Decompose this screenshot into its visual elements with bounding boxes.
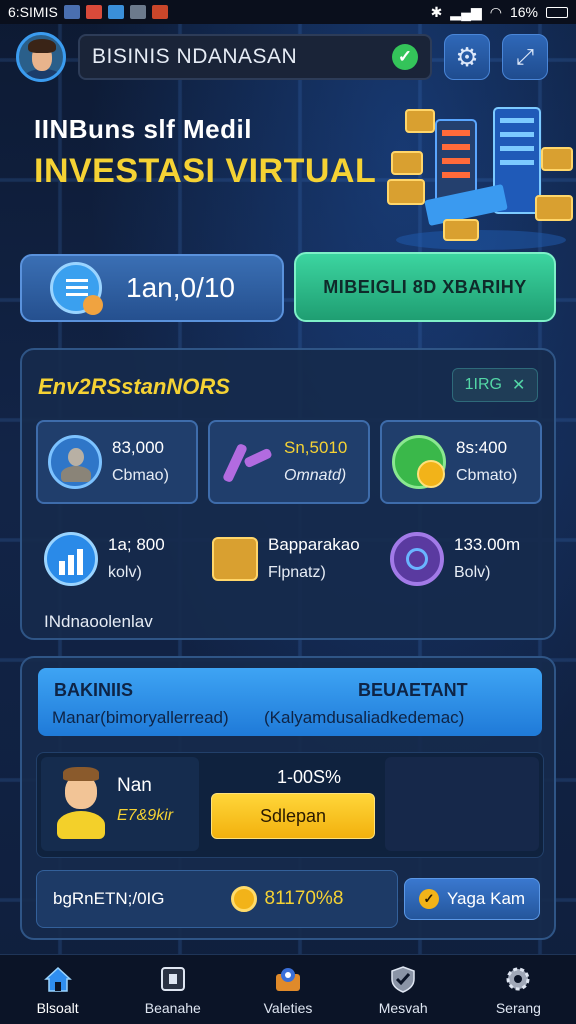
box-icon bbox=[160, 966, 185, 991]
battery-icon bbox=[546, 6, 568, 18]
business-row: Nan E7&9kir 1-00S% Sdlepan bbox=[36, 752, 544, 858]
stat-value: 1a; 800 bbox=[108, 535, 165, 554]
close-icon: ✕ bbox=[511, 377, 526, 394]
wifi-icon: ◠ bbox=[489, 3, 502, 20]
hero-title: INVESTASI VIRTUAL bbox=[34, 152, 377, 190]
carrier-text: 6:SIMIS bbox=[8, 4, 58, 20]
nav-label: Blsoalt bbox=[36, 999, 79, 1016]
coin-globe-icon bbox=[392, 435, 446, 489]
stat-label: kolv) bbox=[108, 564, 142, 581]
empty-slot bbox=[385, 757, 539, 851]
mail-icon bbox=[151, 5, 168, 19]
stat-label: Cbmato) bbox=[456, 467, 518, 484]
stat-card-2[interactable]: Sn,5010 Omnatd) bbox=[208, 420, 370, 504]
user-silhouette-icon bbox=[48, 435, 102, 489]
stat-item-3[interactable]: 133.00m Bolv) bbox=[390, 524, 560, 594]
stat-label: Cbmao) bbox=[112, 467, 169, 484]
business-action-button[interactable]: Sdlepan bbox=[211, 793, 375, 839]
stats-panel-title: Env2RSstanNORS bbox=[38, 374, 230, 399]
person-name: Nan bbox=[117, 775, 152, 796]
green-action-button[interactable]: MIBEIGLI 8D XBARIHY bbox=[294, 252, 556, 322]
image-icon bbox=[129, 5, 146, 19]
stat-card-1[interactable]: 83,000 Cbmao) bbox=[36, 420, 198, 504]
balance-value: 1an,0/10 bbox=[126, 272, 235, 303]
stat-value: Bapparakao bbox=[268, 535, 360, 554]
document-icon bbox=[50, 262, 103, 315]
stat-value: Sn,5010 bbox=[284, 438, 348, 457]
settings-button[interactable]: ⚙ bbox=[444, 34, 490, 80]
stat-value: 133.00m bbox=[454, 535, 521, 554]
boomerang-icon bbox=[220, 435, 274, 489]
avatar[interactable] bbox=[16, 32, 66, 82]
green-action-label: MIBEIGLI 8D XBARIHY bbox=[323, 276, 527, 297]
nav-label: Serang bbox=[495, 999, 541, 1016]
business-footer-button-label: Yaga Kam bbox=[446, 889, 526, 908]
link-icon: ⤢ bbox=[516, 44, 534, 69]
business-header: BAKINIIS BEUAETANT Manar(bimoryallerread… bbox=[38, 668, 542, 736]
nav-item-shield[interactable]: Mesvah bbox=[346, 955, 461, 1024]
business-panel: BAKINIIS BEUAETANT Manar(bimoryallerread… bbox=[20, 656, 556, 940]
nav-item-map[interactable]: Valeties bbox=[230, 955, 345, 1024]
business-footer-row: bgRnETN;/0IG 81170%8 bbox=[36, 870, 398, 928]
nav-item-settings[interactable]: Serang bbox=[461, 955, 576, 1024]
gold-block-icon bbox=[212, 537, 258, 581]
app-icon bbox=[85, 5, 102, 19]
chart-icon bbox=[44, 532, 98, 586]
nav-item-box[interactable]: Beanahe bbox=[115, 955, 230, 1024]
bottom-nav: Blsoalt Beanahe Valeties Mesvah Serang bbox=[0, 954, 576, 1024]
balance-button[interactable]: 1an,0/10 bbox=[20, 254, 284, 322]
bluetooth-icon: ✱ bbox=[430, 3, 443, 20]
messenger-icon bbox=[107, 5, 124, 19]
notification-icon bbox=[63, 5, 80, 19]
business-name-box[interactable]: BISINIS NDANASAN ✓ bbox=[78, 34, 432, 80]
signal-icon: ▂▄▆ bbox=[450, 3, 482, 20]
server-gold-illustration bbox=[387, 107, 573, 250]
link-button[interactable]: ⤢ bbox=[502, 34, 548, 80]
stat-item-1[interactable]: 1a; 800 kolv) bbox=[44, 524, 214, 594]
check-coin-icon: ✓ bbox=[418, 889, 439, 909]
stats-tag-button[interactable]: 1IRG ✕ bbox=[452, 368, 538, 402]
business-footer-amount: 81170%8 bbox=[264, 888, 344, 909]
nav-label: Valeties bbox=[263, 999, 313, 1016]
battery-text: 16% bbox=[509, 4, 538, 20]
person-subtitle: E7&9kir bbox=[117, 807, 174, 824]
stat-card-3[interactable]: 8s:400 Cbmato) bbox=[380, 420, 542, 504]
business-action-label: Sdlepan bbox=[259, 805, 327, 826]
business-header-right-sub: (Kalyamdusaliadkedemac) bbox=[264, 708, 465, 727]
business-header-right-title: BEUAETANT bbox=[358, 680, 468, 700]
gear-icon bbox=[506, 967, 530, 990]
app-header: BISINIS NDANASAN ✓ ⚙ ⤢ bbox=[0, 24, 576, 90]
business-footer-label: bgRnETN;/0IG bbox=[53, 889, 165, 908]
stats-panel: Env2RSstanNORS 1IRG ✕ 83,000 Cbmao) Sn,5… bbox=[20, 348, 556, 640]
shield-check-icon bbox=[391, 965, 415, 993]
nav-label: Mesvah bbox=[378, 999, 428, 1016]
stats-panel-footer: INdnaoolenlav bbox=[44, 612, 153, 631]
stat-label: Bolv) bbox=[454, 564, 491, 581]
business-header-left-title: BAKINIIS bbox=[54, 680, 134, 700]
hero-subtitle: IINBuns slf Medil bbox=[34, 114, 252, 144]
business-footer-button[interactable]: ✓ Yaga Kam bbox=[404, 878, 540, 920]
business-name: BISINIS NDANASAN bbox=[92, 45, 298, 68]
nav-item-home[interactable]: Blsoalt bbox=[0, 955, 115, 1024]
stats-tag-label: 1IRG bbox=[464, 376, 502, 393]
status-bar: 6:SIMIS ✱ ▂▄▆ ◠ 16% bbox=[0, 0, 576, 24]
person-avatar bbox=[57, 767, 105, 841]
business-header-left-sub: Manar(bimoryallerread) bbox=[52, 708, 229, 727]
coin-icon bbox=[230, 886, 257, 912]
gear-icon: ⚙ bbox=[455, 41, 479, 72]
stat-item-2[interactable]: Bapparakao Flpnatz) bbox=[212, 524, 382, 594]
map-pin-icon bbox=[276, 967, 300, 991]
stat-value: 8s:400 bbox=[456, 438, 508, 457]
verified-check-icon: ✓ bbox=[392, 44, 418, 70]
stat-label: Omnatd) bbox=[284, 467, 347, 484]
home-icon bbox=[43, 966, 72, 992]
stat-label: Flpnatz) bbox=[268, 564, 326, 581]
person-card[interactable]: Nan E7&9kir bbox=[41, 757, 199, 851]
target-icon bbox=[390, 532, 444, 586]
nav-label: Beanahe bbox=[144, 999, 201, 1016]
percent-value: 1-00S% bbox=[277, 767, 342, 787]
stat-value: 83,000 bbox=[112, 438, 164, 457]
